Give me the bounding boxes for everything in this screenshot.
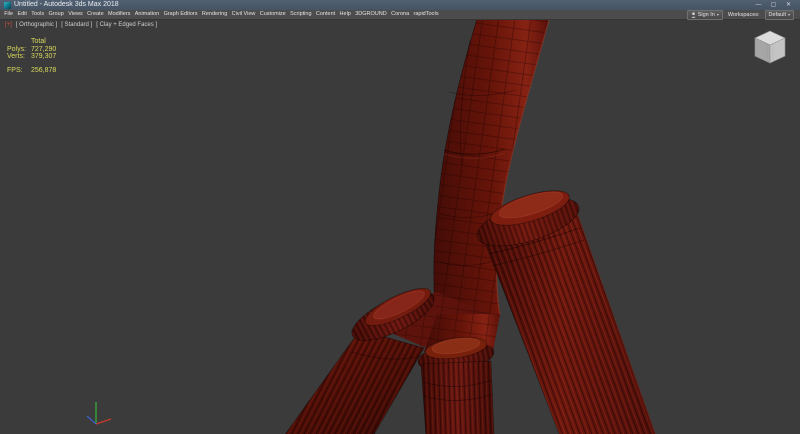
menu-item-tools[interactable]: Tools	[29, 10, 46, 19]
menu-item-edit[interactable]: Edit	[15, 10, 29, 19]
menu-item-modifiers[interactable]: Modifiers	[106, 10, 133, 19]
menu-item-corona[interactable]: Corona	[389, 10, 411, 19]
sign-in-button[interactable]: Sign In ▾	[687, 10, 723, 20]
axis-tripod-icon	[82, 394, 116, 428]
viewport-menu-shading[interactable]: [ Clay + Edged Faces ]	[96, 22, 157, 28]
user-icon	[691, 12, 696, 18]
minimize-button[interactable]: —	[751, 0, 766, 10]
chevron-down-icon: ▾	[788, 11, 790, 19]
workspace-select[interactable]: Default ▾	[765, 10, 794, 20]
stats-polys-row: Polys: 727,290	[7, 46, 56, 54]
window-titlebar: Untitled - Autodesk 3ds Max 2018 — ▢ ✕	[0, 0, 800, 10]
menu-item-civil-view[interactable]: Civil View	[229, 10, 257, 19]
stats-spacer	[7, 38, 31, 46]
close-button[interactable]: ✕	[781, 0, 796, 10]
viewcube[interactable]	[748, 26, 792, 66]
sign-in-label: Sign In	[698, 12, 715, 18]
viewport-menu-pov[interactable]: [ Orthographic ]	[16, 22, 57, 28]
stats-polys-label: Polys:	[7, 46, 31, 54]
menu-item-rapidtools[interactable]: rapidTools	[411, 10, 440, 19]
viewport-label: [+] [ Orthographic ] [ Standard ] [ Clay…	[5, 22, 157, 28]
3d-scene[interactable]	[0, 20, 800, 434]
stats-fps-value: 256,878	[31, 67, 56, 75]
menu-item-content[interactable]: Content	[314, 10, 338, 19]
menu-bar: File Edit Tools Group Views Create Modif…	[0, 10, 800, 20]
workspaces-label: Workspaces:	[728, 12, 760, 18]
3dsmax-window: Untitled - Autodesk 3ds Max 2018 — ▢ ✕ F…	[0, 0, 800, 434]
menu-item-rendering[interactable]: Rendering	[200, 10, 230, 19]
chevron-down-icon: ▾	[717, 11, 719, 19]
stats-total-row: Total	[7, 38, 56, 46]
menu-item-help[interactable]: Help	[337, 10, 353, 19]
menu-item-scripting[interactable]: Scripting	[288, 10, 314, 19]
stats-verts-value: 379,307	[31, 53, 56, 61]
menu-item-animation[interactable]: Animation	[133, 10, 162, 19]
window-title: Untitled - Autodesk 3ds Max 2018	[14, 0, 119, 10]
workspace-value: Default	[769, 12, 786, 18]
stats-fps-row: FPS: 256,878	[7, 67, 56, 75]
menu-item-customize[interactable]: Customize	[258, 10, 288, 19]
viewport[interactable]: [+] [ Orthographic ] [ Standard ] [ Clay…	[0, 20, 800, 434]
menu-item-views[interactable]: Views	[66, 10, 85, 19]
stats-polys-value: 727,290	[31, 46, 56, 54]
stats-total-label: Total	[31, 38, 46, 46]
statistics-overlay: Total Polys: 727,290 Verts: 379,307 FPS:…	[7, 38, 56, 74]
stats-verts-label: Verts:	[7, 53, 31, 61]
stats-verts-row: Verts: 379,307	[7, 53, 56, 61]
menu-item-create[interactable]: Create	[85, 10, 106, 19]
menu-item-file[interactable]: File	[2, 10, 15, 19]
menu-item-graph-editors[interactable]: Graph Editors	[161, 10, 199, 19]
window-controls: — ▢ ✕	[751, 0, 796, 10]
maximize-button[interactable]: ▢	[766, 0, 781, 10]
viewport-menu-style[interactable]: [ Standard ]	[61, 22, 92, 28]
menu-item-group[interactable]: Group	[46, 10, 66, 19]
menu-item-3dground[interactable]: 3DGROUND	[353, 10, 389, 19]
stats-fps-label: FPS:	[7, 67, 31, 75]
app-icon	[4, 2, 11, 9]
menu-bar-right: Sign In ▾ Workspaces: Default ▾	[687, 10, 798, 20]
viewport-menu-general[interactable]: [+]	[5, 22, 12, 28]
